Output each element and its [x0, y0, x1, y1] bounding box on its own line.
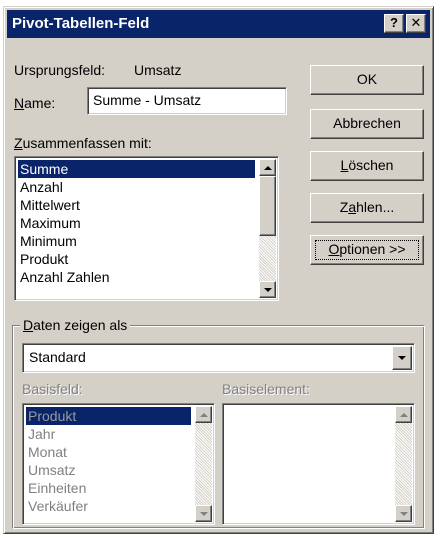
close-button[interactable]: ✕: [406, 14, 426, 33]
summarize-listbox[interactable]: Summe Anzahl Mittelwert Maximum Minimum …: [14, 156, 279, 301]
base-item-label: Basiselement:: [222, 381, 310, 397]
close-icon: ✕: [410, 15, 422, 30]
arrow-down-icon: [199, 511, 208, 516]
help-icon: ?: [390, 15, 398, 30]
cancel-button[interactable]: Abbrechen: [310, 109, 424, 139]
dropdown-button[interactable]: [392, 346, 412, 370]
base-field-item-einheiten[interactable]: Einheiten: [26, 479, 86, 497]
show-data-selected: Standard: [29, 349, 86, 365]
list-item-produkt[interactable]: Produkt: [18, 250, 68, 268]
base-field-item-produkt[interactable]: Produkt: [26, 407, 191, 425]
base-field-scrollbar[interactable]: [195, 406, 212, 522]
source-field-label: Ursprungsfeld:: [14, 62, 106, 78]
show-data-group-title: Daten zeigen als: [20, 317, 131, 333]
delete-button[interactable]: Löschen: [310, 151, 424, 181]
list-item-mittelwert[interactable]: Mittelwert: [18, 196, 80, 214]
base-field-item-monat[interactable]: Monat: [26, 443, 67, 461]
scroll-thumb[interactable]: [259, 176, 276, 236]
summarize-label: Zusammenfassen mit:: [14, 135, 152, 151]
show-data-dropdown[interactable]: Standard: [22, 343, 415, 373]
base-field-listbox[interactable]: Produkt Jahr Monat Umsatz Einheiten Verk…: [22, 403, 215, 525]
base-item-listbox[interactable]: [222, 403, 415, 525]
base-field-scroll-up[interactable]: [195, 406, 212, 423]
list-item-summe[interactable]: Summe: [18, 160, 255, 178]
dialog-title: Pivot-Tabellen-Feld: [12, 15, 150, 32]
title-bar[interactable]: Pivot-Tabellen-Feld ? ✕: [7, 10, 430, 38]
arrow-down-icon: [399, 511, 408, 516]
source-field-value: Umsatz: [134, 62, 182, 78]
delete-label: Löschen: [340, 157, 394, 173]
numbers-button[interactable]: Zahlen...: [310, 193, 424, 223]
list-item-maximum[interactable]: Maximum: [18, 214, 81, 232]
arrow-up-icon: [199, 412, 208, 417]
arrow-down-icon: [263, 287, 272, 292]
scroll-down-button[interactable]: [259, 281, 276, 298]
base-field-item-verkaeufer[interactable]: Verkäufer: [26, 497, 88, 515]
pivot-field-dialog: Pivot-Tabellen-Feld ? ✕ Ursprungsfeld: U…: [3, 6, 434, 534]
name-input[interactable]: Summe - Umsatz: [87, 87, 287, 115]
base-item-scroll-up[interactable]: [395, 406, 412, 423]
help-button[interactable]: ?: [384, 14, 404, 33]
ok-label: OK: [356, 71, 378, 87]
scroll-up-button[interactable]: [259, 159, 276, 176]
ok-button[interactable]: OK: [310, 65, 424, 95]
base-field-item-umsatz[interactable]: Umsatz: [26, 461, 75, 479]
focus-indicator: [315, 240, 419, 260]
chevron-down-icon: [398, 355, 406, 360]
base-field-label: Basisfeld:: [22, 381, 83, 397]
name-label: Name:: [14, 95, 56, 111]
summarize-scrollbar[interactable]: [259, 159, 276, 298]
base-item-scrollbar[interactable]: [395, 406, 412, 522]
numbers-label: Zahlen...: [339, 199, 395, 215]
options-button[interactable]: Optionen >>: [310, 235, 424, 265]
list-item-anzahl-zahlen[interactable]: Anzahl Zahlen: [18, 268, 110, 286]
list-item-anzahl[interactable]: Anzahl: [18, 178, 63, 196]
cancel-label: Abbrechen: [333, 115, 401, 131]
base-field-item-jahr[interactable]: Jahr: [26, 425, 55, 443]
base-item-scroll-down[interactable]: [395, 505, 412, 522]
arrow-up-icon: [263, 165, 272, 170]
arrow-up-icon: [399, 412, 408, 417]
list-item-minimum[interactable]: Minimum: [18, 232, 77, 250]
name-input-value: Summe - Umsatz: [93, 92, 202, 108]
base-field-scroll-down[interactable]: [195, 505, 212, 522]
